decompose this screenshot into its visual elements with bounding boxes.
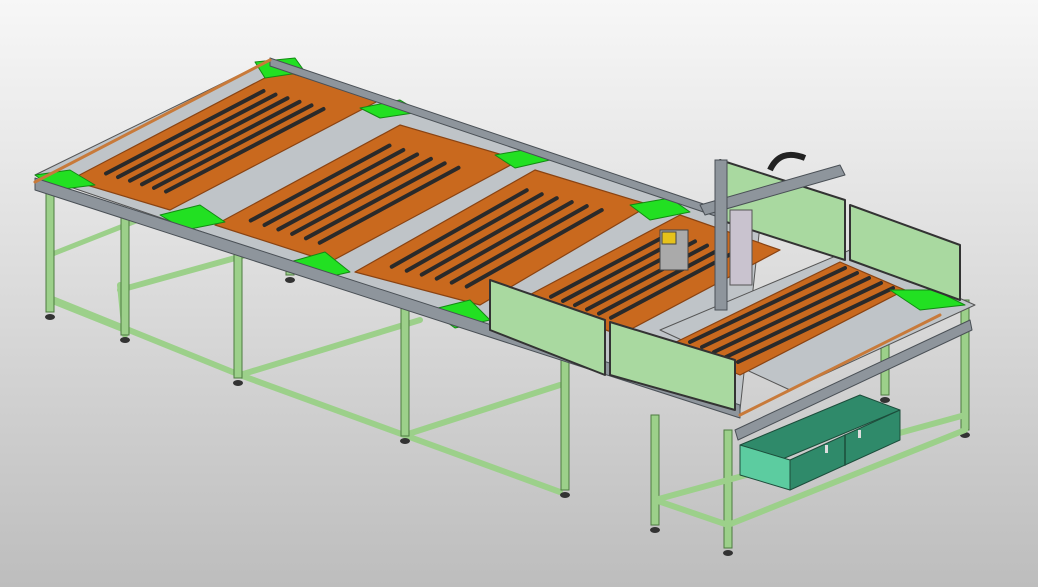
leg-10-foot [723, 550, 733, 556]
left-frame-bottom [47, 297, 128, 333]
leg-1-foot [45, 314, 55, 320]
cabinet-handle-right [858, 430, 861, 438]
leg-1 [45, 189, 55, 313]
gantry-carriage [729, 209, 753, 286]
right-lower-rail-side [652, 497, 731, 528]
cabinet-handle-left [825, 445, 828, 453]
leg-2-foot [120, 337, 130, 343]
gripper-sensor [661, 231, 677, 245]
leg-5-foot [560, 492, 570, 498]
lower-rail-cross-2 [402, 382, 563, 438]
leg-9 [650, 414, 660, 526]
leg-2 [120, 214, 130, 336]
leg-4-foot [400, 438, 410, 444]
leg-12-foot [880, 397, 890, 403]
lower-rail-front [237, 372, 563, 495]
gantry-post-1 [714, 159, 728, 311]
cable-chain [767, 152, 807, 172]
lower-rail-cross-1 [237, 317, 423, 378]
leg-3-foot [233, 380, 243, 386]
leg-11 [960, 299, 970, 431]
cad-model [33, 57, 976, 556]
cad-viewport[interactable] [0, 0, 1038, 587]
leg-10 [723, 429, 733, 549]
leg-8-foot [285, 277, 295, 283]
leg-4 [400, 294, 410, 437]
leg-5 [560, 349, 570, 491]
leg-9-foot [650, 527, 660, 533]
